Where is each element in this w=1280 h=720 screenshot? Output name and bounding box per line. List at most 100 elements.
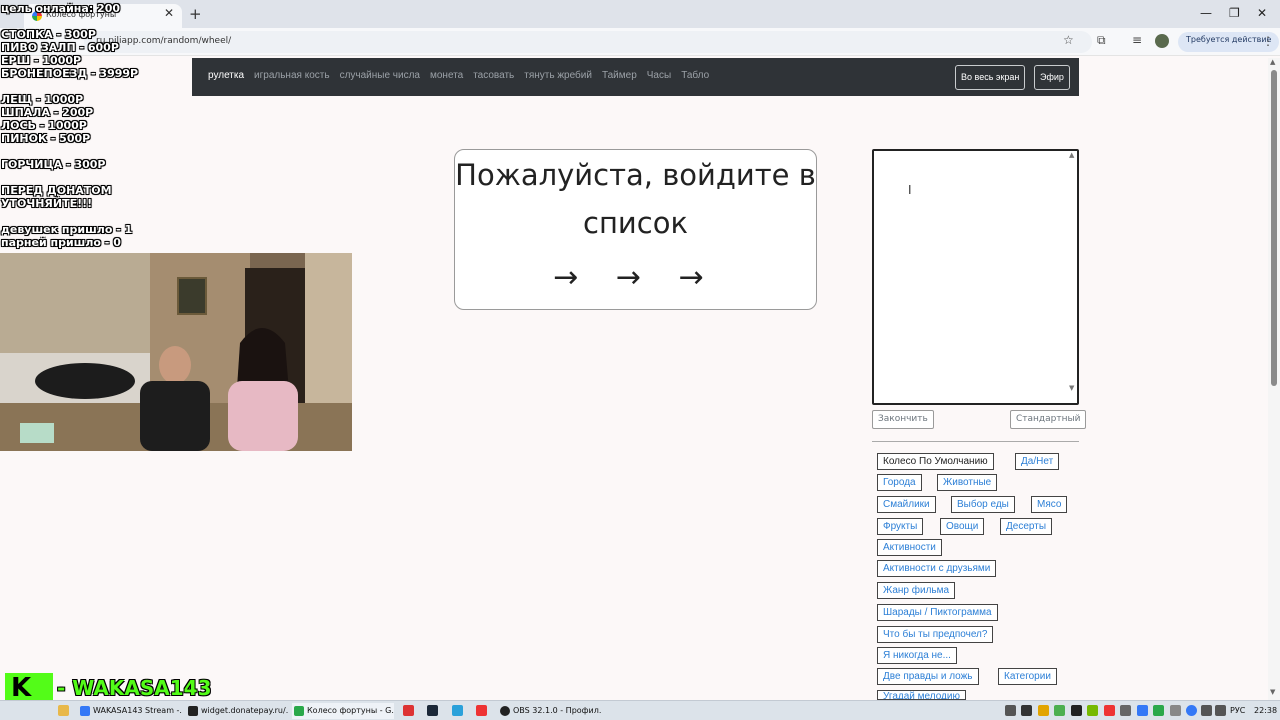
entries-textarea[interactable]: [872, 149, 1079, 405]
yandex-browser-icon[interactable]: [476, 705, 487, 716]
nav-link-draw-lots[interactable]: тянуть жребий: [524, 70, 592, 81]
chrome-icon: [294, 706, 304, 716]
new-tab-icon[interactable]: +: [189, 5, 202, 23]
overlay-price-line: ШПАЛА - 200Р: [1, 106, 94, 119]
preset-activities[interactable]: Активности: [877, 539, 942, 556]
system-clock[interactable]: 22:38: [1254, 706, 1277, 715]
browser-toolbar: ru.piliapp.com/random/wheel/ ☆ ⧉ ≡ Требу…: [0, 28, 1280, 56]
overlay-price-line: ЛОСЬ - 1000Р: [1, 119, 87, 132]
preset-vegetables[interactable]: Овощи: [940, 518, 985, 535]
scroll-down-icon[interactable]: ▼: [1270, 688, 1275, 696]
preset-never-have-i-ever[interactable]: Я никогда не...: [877, 647, 957, 664]
channel-name: - WAKASA143: [57, 676, 212, 700]
tray-icon[interactable]: [1137, 705, 1148, 716]
fullscreen-button[interactable]: Во весь экран: [955, 65, 1026, 90]
profile-avatar[interactable]: [1155, 34, 1169, 48]
overlay-price-line: СТОПКА - 300Р: [1, 28, 96, 41]
address-bar[interactable]: [84, 31, 1092, 53]
restore-icon[interactable]: ❐: [1229, 6, 1240, 20]
nav-link-scoreboard[interactable]: Табло: [681, 70, 709, 81]
preset-meat[interactable]: Мясо: [1031, 496, 1068, 513]
yandex-icon[interactable]: [403, 705, 414, 716]
preset-food-choice[interactable]: Выбор еды: [951, 496, 1015, 513]
donatepay-icon: [188, 706, 198, 716]
textarea-scroll-up-icon[interactable]: ▲: [1069, 151, 1074, 159]
preset-movie-genre[interactable]: Жанр фильма: [877, 582, 956, 599]
input-language[interactable]: РУС: [1230, 706, 1245, 715]
overlay-price-line: ПИНОК - 500Р: [1, 132, 91, 145]
taskbar-item-stream[interactable]: WAKASA143 Stream -...: [78, 703, 182, 719]
preset-animals[interactable]: Животные: [937, 474, 998, 491]
textarea-scroll-down-icon[interactable]: ▼: [1069, 384, 1074, 392]
nav-link-clock[interactable]: Часы: [647, 70, 671, 81]
preset-two-truths-lie[interactable]: Две правды и ложь: [877, 668, 979, 685]
preset-categories[interactable]: Категории: [998, 668, 1057, 685]
tray-icon[interactable]: [1087, 705, 1098, 716]
bookmark-star-icon[interactable]: ☆: [1063, 33, 1074, 47]
tray-icon[interactable]: [1153, 705, 1164, 716]
file-explorer-icon[interactable]: [58, 705, 69, 716]
preset-cities[interactable]: Города: [877, 474, 922, 491]
tray-icon[interactable]: [1186, 705, 1197, 716]
tray-icon[interactable]: [1021, 705, 1032, 716]
card-message-line1: Пожалуйста, войдите в: [455, 158, 816, 192]
nav-link-wheel[interactable]: рулетка: [208, 70, 244, 81]
obs-icon: [500, 706, 510, 716]
preset-would-you-rather[interactable]: Что бы ты предпочел?: [877, 626, 994, 643]
tray-icon[interactable]: [1038, 705, 1049, 716]
tray-icon[interactable]: [1071, 705, 1082, 716]
extensions-icon[interactable]: ⧉: [1097, 33, 1106, 48]
overlay-online-goal: цель онлайна: 200: [1, 2, 121, 15]
nav-links: рулетка игральная кость случайные числа …: [208, 70, 709, 81]
arrow-right-icons: → → →: [553, 260, 718, 295]
nav-link-coin[interactable]: монета: [430, 70, 463, 81]
nav-link-random-numbers[interactable]: случайные числа: [340, 70, 420, 81]
volume-icon[interactable]: [1215, 705, 1226, 716]
preset-guess-melody[interactable]: Угадай мелодию: [877, 690, 966, 700]
overlay-price-line: БРОНЕПОЕЗД - 3999Р: [1, 67, 139, 80]
overlay-price-line: ПИВО ЗАЛП - 600Р: [1, 41, 119, 54]
preset-activities-friends[interactable]: Активности с друзьями: [877, 560, 997, 577]
tray-icon[interactable]: [1054, 705, 1065, 716]
window-close-icon[interactable]: ✕: [1257, 6, 1267, 20]
minimize-icon[interactable]: —: [1200, 6, 1212, 20]
preset-yes-no[interactable]: Да/Нет: [1015, 453, 1060, 470]
kick-logo-icon: K: [5, 673, 53, 703]
telegram-icon[interactable]: [452, 705, 463, 716]
nav-link-shuffle[interactable]: тасовать: [473, 70, 514, 81]
text-cursor-icon: I: [908, 183, 912, 197]
network-icon[interactable]: [1201, 705, 1212, 716]
preset-default-wheel[interactable]: Колесо По Умолчанию: [877, 453, 994, 470]
finish-button[interactable]: Закончить: [872, 410, 934, 429]
overlay-notice-line: УТОЧНЯЙТЕ!!!: [1, 197, 93, 210]
scrollbar-thumb[interactable]: [1271, 70, 1277, 386]
broadcast-button[interactable]: Эфир: [1034, 65, 1070, 90]
overlay-notice-line: ПЕРЕД ДОНАТОМ: [1, 184, 112, 197]
steam-icon[interactable]: [427, 705, 438, 716]
overlay-price-line: ЕРШ - 1000Р: [1, 54, 82, 67]
preset-desserts[interactable]: Десерты: [1000, 518, 1053, 535]
media-controls-icon[interactable]: ≡: [1132, 33, 1142, 47]
taskbar-item-obs[interactable]: OBS 32.1.0 - Профил...: [498, 703, 602, 719]
card-message-line2: список: [583, 206, 688, 240]
nav-link-timer[interactable]: Таймер: [602, 70, 637, 81]
wheel-placeholder-card[interactable]: Пожалуйста, войдите в список → → →: [454, 149, 817, 310]
taskbar-item-donatepay[interactable]: widget.donatepay.ru/...: [186, 703, 288, 719]
nav-link-dice[interactable]: игральная кость: [254, 70, 330, 81]
tray-icon[interactable]: [1120, 705, 1131, 716]
taskbar-item-wheel[interactable]: Колесо фортуны - G...: [292, 703, 394, 719]
scroll-up-icon[interactable]: ▲: [1270, 58, 1275, 66]
overlay-girls-count: девушек пришло - 1: [1, 223, 133, 236]
browser-tab-strip: Колесо фортуны ✕ + — ❐ ✕: [0, 0, 1280, 28]
tray-icon[interactable]: [1104, 705, 1115, 716]
preset-charades[interactable]: Шарады / Пиктограмма: [877, 604, 998, 621]
overlay-price-line: ЛЕЩ - 1000Р: [1, 93, 84, 106]
browser-menu-icon[interactable]: ⋮: [1262, 34, 1274, 48]
tab-close-icon[interactable]: ✕: [164, 6, 174, 20]
preset-emoji[interactable]: Смайлики: [877, 496, 936, 513]
tray-icon[interactable]: [1170, 705, 1181, 716]
tray-icon[interactable]: [1005, 705, 1016, 716]
standard-button[interactable]: Стандартный: [1010, 410, 1087, 429]
page-scrollbar[interactable]: ▲ ▼: [1268, 58, 1280, 700]
preset-fruits[interactable]: Фрукты: [877, 518, 924, 535]
